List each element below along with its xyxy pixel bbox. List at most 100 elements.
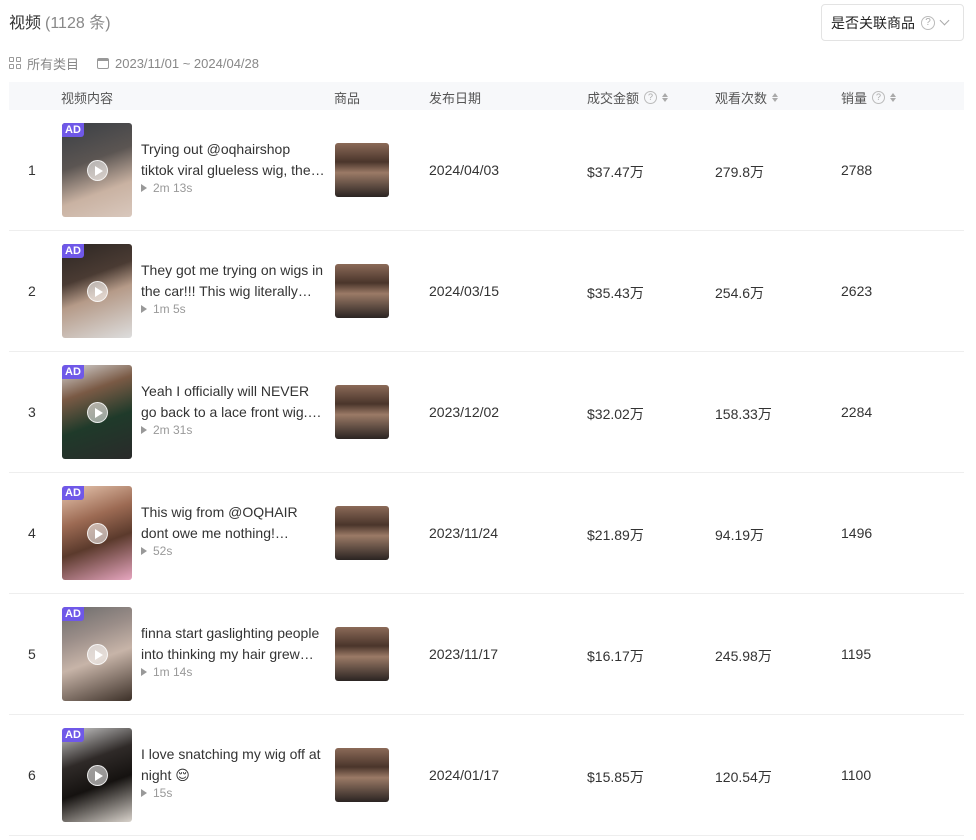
gmv-value: $21.89万 bbox=[587, 527, 644, 543]
product-thumbnail[interactable] bbox=[335, 627, 389, 681]
play-icon[interactable] bbox=[87, 281, 108, 302]
views-value: 245.98万 bbox=[715, 648, 772, 664]
play-icon[interactable] bbox=[87, 523, 108, 544]
views-value: 120.54万 bbox=[715, 769, 772, 785]
publish-date: 2023/11/24 bbox=[429, 525, 499, 541]
col-sales[interactable]: 销量 ? bbox=[841, 88, 897, 107]
table-row[interactable]: 6 AD I love snatching my wig off at nigh… bbox=[9, 715, 964, 836]
video-description[interactable]: This wig from @OQHAIR dont owe me nothin… bbox=[141, 502, 325, 558]
duration-text: 15s bbox=[153, 786, 173, 800]
col-sales-label: 销量 bbox=[841, 91, 868, 106]
video-thumbnail[interactable]: AD bbox=[62, 244, 132, 338]
publish-date: 2023/11/17 bbox=[429, 646, 499, 662]
views-value: 94.19万 bbox=[715, 527, 765, 543]
video-title[interactable]: This wig from @OQHAIR dont owe me nothin… bbox=[141, 502, 325, 544]
category-label[interactable]: 所有类目 bbox=[27, 54, 79, 73]
sort-icon[interactable] bbox=[662, 93, 669, 102]
play-icon[interactable] bbox=[87, 160, 108, 181]
row-index: 2 bbox=[28, 283, 36, 299]
product-thumbnail[interactable] bbox=[335, 385, 389, 439]
help-icon[interactable]: ? bbox=[872, 91, 886, 104]
publish-date: 2023/12/02 bbox=[429, 404, 500, 420]
filter-label: 是否关联商品 bbox=[831, 14, 915, 31]
video-thumbnail[interactable]: AD bbox=[62, 486, 132, 580]
play-icon[interactable] bbox=[87, 402, 108, 423]
video-thumbnail[interactable]: AD bbox=[62, 728, 132, 822]
col-date: 发布日期 bbox=[429, 91, 482, 106]
duration-text: 2m 31s bbox=[153, 423, 193, 437]
help-icon[interactable]: ? bbox=[921, 15, 935, 30]
play-small-icon bbox=[141, 547, 147, 555]
video-duration: 1m 14s bbox=[141, 665, 325, 679]
sort-icon[interactable] bbox=[772, 93, 779, 102]
ad-badge: AD bbox=[62, 365, 84, 379]
page-header: 视频 (1128 条) 是否关联商品 ? bbox=[9, 0, 964, 44]
page-title: 视频 (1128 条) bbox=[9, 9, 111, 33]
video-duration: 15s bbox=[141, 786, 325, 800]
table-row[interactable]: 3 AD Yeah I officially will NEVER go bac… bbox=[9, 352, 964, 473]
video-title[interactable]: Yeah I officially will NEVER go back to … bbox=[141, 381, 325, 423]
row-index: 3 bbox=[28, 404, 36, 420]
views-value: 279.8万 bbox=[715, 164, 765, 180]
chevron-down-icon bbox=[939, 15, 950, 26]
duration-text: 2m 13s bbox=[153, 181, 193, 195]
video-title[interactable]: I love snatching my wig off at night 😌 bbox=[141, 744, 325, 786]
col-views[interactable]: 观看次数 bbox=[715, 88, 779, 107]
title-text: 视频 bbox=[9, 15, 42, 32]
sales-value: 1100 bbox=[841, 767, 872, 783]
video-thumbnail[interactable]: AD bbox=[62, 365, 132, 459]
sales-value: 1195 bbox=[841, 646, 872, 662]
col-gmv-label: 成交金额 bbox=[587, 91, 640, 106]
ad-badge: AD bbox=[62, 607, 84, 621]
calendar-icon bbox=[97, 57, 110, 69]
play-small-icon bbox=[141, 305, 147, 313]
ad-badge: AD bbox=[62, 728, 84, 742]
category-icon bbox=[9, 57, 21, 69]
video-thumbnail[interactable]: AD bbox=[62, 607, 132, 701]
video-duration: 52s bbox=[141, 544, 325, 558]
video-title[interactable]: Trying out @oqhairshop tiktok viral glue… bbox=[141, 139, 325, 181]
views-value: 158.33万 bbox=[715, 406, 772, 422]
table-header: 视频内容 商品 发布日期 成交金额 ? 观看次数 销量 ? bbox=[9, 82, 964, 110]
video-title[interactable]: finna start gaslighting people into thin… bbox=[141, 623, 325, 665]
video-duration: 1m 5s bbox=[141, 302, 325, 316]
table-row[interactable]: 5 AD finna start gaslighting people into… bbox=[9, 594, 964, 715]
play-small-icon bbox=[141, 426, 147, 434]
play-small-icon bbox=[141, 789, 147, 797]
play-icon[interactable] bbox=[87, 765, 108, 786]
filter-meta: 所有类目 2023/11/01 ~ 2024/04/28 bbox=[9, 54, 259, 72]
gmv-value: $32.02万 bbox=[587, 406, 644, 422]
duration-text: 1m 14s bbox=[153, 665, 193, 679]
video-description[interactable]: I love snatching my wig off at night 😌 1… bbox=[141, 744, 325, 800]
product-thumbnail[interactable] bbox=[335, 748, 389, 802]
row-index: 5 bbox=[28, 646, 36, 662]
gmv-value: $15.85万 bbox=[587, 769, 644, 785]
video-description[interactable]: finna start gaslighting people into thin… bbox=[141, 623, 325, 679]
video-title[interactable]: They got me trying on wigs in the car!!!… bbox=[141, 260, 325, 302]
col-video: 视频内容 bbox=[61, 91, 114, 106]
play-icon[interactable] bbox=[87, 644, 108, 665]
gmv-value: $37.47万 bbox=[587, 164, 644, 180]
sort-icon[interactable] bbox=[890, 93, 897, 102]
table-row[interactable]: 1 AD Trying out @oqhairshop tiktok viral… bbox=[9, 110, 964, 231]
linked-product-filter[interactable]: 是否关联商品 ? bbox=[821, 4, 964, 41]
play-small-icon bbox=[141, 668, 147, 676]
table-row[interactable]: 2 AD They got me trying on wigs in the c… bbox=[9, 231, 964, 352]
date-range[interactable]: 2023/11/01 ~ 2024/04/28 bbox=[115, 56, 259, 71]
product-thumbnail[interactable] bbox=[335, 506, 389, 560]
row-index: 1 bbox=[28, 162, 36, 178]
video-description[interactable]: Yeah I officially will NEVER go back to … bbox=[141, 381, 325, 437]
play-small-icon bbox=[141, 184, 147, 192]
views-value: 254.6万 bbox=[715, 285, 765, 301]
col-gmv[interactable]: 成交金额 ? bbox=[587, 88, 669, 107]
help-icon[interactable]: ? bbox=[644, 91, 658, 104]
ad-badge: AD bbox=[62, 123, 84, 137]
sales-value: 2284 bbox=[841, 404, 873, 420]
product-thumbnail[interactable] bbox=[335, 264, 389, 318]
ad-badge: AD bbox=[62, 244, 84, 258]
video-thumbnail[interactable]: AD bbox=[62, 123, 132, 217]
video-description[interactable]: Trying out @oqhairshop tiktok viral glue… bbox=[141, 139, 325, 195]
table-row[interactable]: 4 AD This wig from @OQHAIR dont owe me n… bbox=[9, 473, 964, 594]
video-description[interactable]: They got me trying on wigs in the car!!!… bbox=[141, 260, 325, 316]
product-thumbnail[interactable] bbox=[335, 143, 389, 197]
